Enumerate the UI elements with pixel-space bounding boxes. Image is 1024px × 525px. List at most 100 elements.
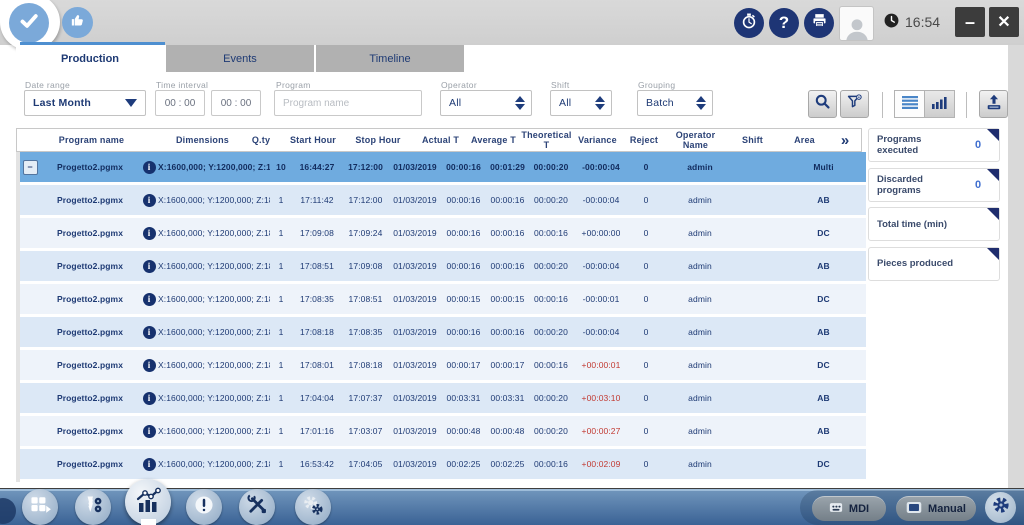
column-header[interactable]: Actual T [413,135,468,145]
grouping-label: Grouping [638,80,675,90]
actual-time-cell: 00:03:31 [441,393,486,403]
operator-cell: admin [663,459,737,469]
stat-card[interactable]: Programs executed 0 [868,128,1000,162]
stat-card[interactable]: Pieces produced [868,247,1000,281]
application-window: { "topbar": { "time": "16:54", "icons": … [0,0,1024,525]
column-header[interactable]: Program name [17,135,166,145]
print-button[interactable] [804,8,834,38]
help-button[interactable]: ? [769,8,799,38]
column-header[interactable]: Shift [724,135,781,145]
average-time-cell: 00:03:31 [486,393,529,403]
column-header[interactable]: Operator Name [667,130,724,150]
tooling-nav-button[interactable] [75,489,111,525]
table-row[interactable]: − Progetto2.pgmx i X:1600,000; Y:1200,00… [20,284,866,314]
table-row[interactable]: − Progetto2.pgmx i X:1600,000; Y:1200,00… [20,449,866,479]
machine-settings-icon [299,491,327,524]
info-icon[interactable]: i [143,293,156,306]
column-header[interactable]: Theoretical T [519,130,574,150]
start-hour-cell: 17:08:35 [292,294,342,304]
reject-cell: 0 [629,360,663,370]
table-row[interactable]: − Progetto2.pgmx i X:1600,000; Y:1200,00… [20,416,866,446]
column-header[interactable]: Q.ty [239,135,283,145]
chart-view-button[interactable] [924,90,955,118]
area-cell: DC [781,459,866,469]
stat-card[interactable]: Total time (min) [868,207,1000,241]
close-button[interactable]: ✕ [989,7,1019,37]
operator-cell: admin [663,426,737,436]
column-header[interactable]: Area [781,135,828,145]
approve-button[interactable] [62,7,93,38]
table-row[interactable]: − Progetto2.pgmx i X:1600,000; Y:1200,00… [20,317,866,347]
column-header[interactable]: Reject [621,135,667,145]
average-time-cell: 00:00:16 [486,228,529,238]
table-header-row: Program nameDimensionsQ.tyStart HourStop… [16,128,862,152]
grouping-select[interactable]: Batch [637,90,713,116]
reject-cell: 0 [629,261,663,271]
area-cell: DC [781,294,866,304]
time-from-input[interactable] [155,90,205,116]
quantity-cell: 1 [270,195,292,205]
collapse-row-button[interactable]: − [23,160,38,175]
time-to-input[interactable] [211,90,261,116]
column-header[interactable]: Start Hour [283,135,343,145]
info-icon[interactable]: i [143,359,156,372]
theoretical-time-cell: 00:00:16 [529,228,573,238]
tab-timeline[interactable]: Timeline [316,45,464,72]
tab-production[interactable]: Production [16,45,164,72]
stop-hour-cell: 17:08:18 [342,360,389,370]
alarms-nav-button[interactable] [186,489,222,525]
quantity-cell: 1 [270,294,292,304]
column-header[interactable]: Stop Hour [343,135,413,145]
machine-settings-nav-button[interactable] [295,489,331,525]
status-ok-button[interactable] [9,3,49,43]
dimensions-cell: X:1600,000; Y:1200,000; Z:18, [158,360,270,370]
area-cell: DC [781,228,866,238]
user-avatar[interactable] [839,6,874,41]
table-row[interactable]: − Progetto2.pgmx i X:1600,000; Y:1200,00… [20,383,866,413]
column-header[interactable]: Average T [468,135,519,145]
list-view-button[interactable] [894,90,925,118]
mdi-mode-button[interactable]: MDI [812,496,886,521]
operator-select[interactable]: All [440,90,532,116]
info-icon[interactable]: i [143,458,156,471]
info-icon[interactable]: i [143,194,156,207]
settings-button[interactable] [985,492,1016,523]
tab-events[interactable]: Events [166,45,314,72]
table-row[interactable]: − Progetto2.pgmx i X:1600,000; Y:1200,00… [20,218,866,248]
search-button[interactable] [808,90,837,118]
dimensions-cell: X:1600,000; Y:1200,000; Z:18, [158,426,270,436]
table-row[interactable]: − Progetto2.pgmx i X:1600,000; Y:1200,00… [20,350,866,380]
average-time-cell: 00:02:25 [486,459,529,469]
info-icon[interactable]: i [143,161,156,174]
column-header[interactable]: Dimensions [166,135,239,145]
more-columns-button[interactable]: » [829,133,861,148]
modules-nav-button[interactable] [22,489,58,525]
minimize-button[interactable]: – [955,7,985,37]
table-row[interactable]: − Progetto2.pgmx i X:1600,000; Y:1200,00… [20,251,866,281]
statistics-icon [130,482,166,523]
info-icon[interactable]: i [143,260,156,273]
info-icon[interactable]: i [143,227,156,240]
filter-button[interactable] [840,90,869,118]
table-row[interactable]: − Progetto2.pgmx i X:1600,000; Y:1200,00… [20,152,866,182]
variance-cell: +00:00:01 [573,360,629,370]
variance-cell: +00:00:27 [573,426,629,436]
maintenance-nav-button[interactable] [239,489,275,525]
timer-button[interactable] [734,8,764,38]
info-icon[interactable]: i [143,392,156,405]
info-icon[interactable]: i [143,425,156,438]
manual-mode-button[interactable]: Manual [896,496,976,521]
area-cell: DC [781,360,866,370]
table-row[interactable]: − Progetto2.pgmx i X:1600,000; Y:1200,00… [20,185,866,215]
program-name-cell: Progetto2.pgmx [40,393,140,403]
stat-card[interactable]: Discarded programs 0 [868,168,1000,202]
date-range-select[interactable]: Last Month [24,90,146,116]
shift-select[interactable]: All [550,90,612,116]
actual-time-cell: 00:00:16 [441,261,486,271]
program-name-input[interactable] [274,90,422,116]
column-header[interactable]: Variance [574,135,621,145]
start-hour-cell: 16:44:27 [292,162,342,172]
quantity-cell: 1 [270,360,292,370]
info-icon[interactable]: i [143,326,156,339]
export-button[interactable] [979,90,1008,118]
